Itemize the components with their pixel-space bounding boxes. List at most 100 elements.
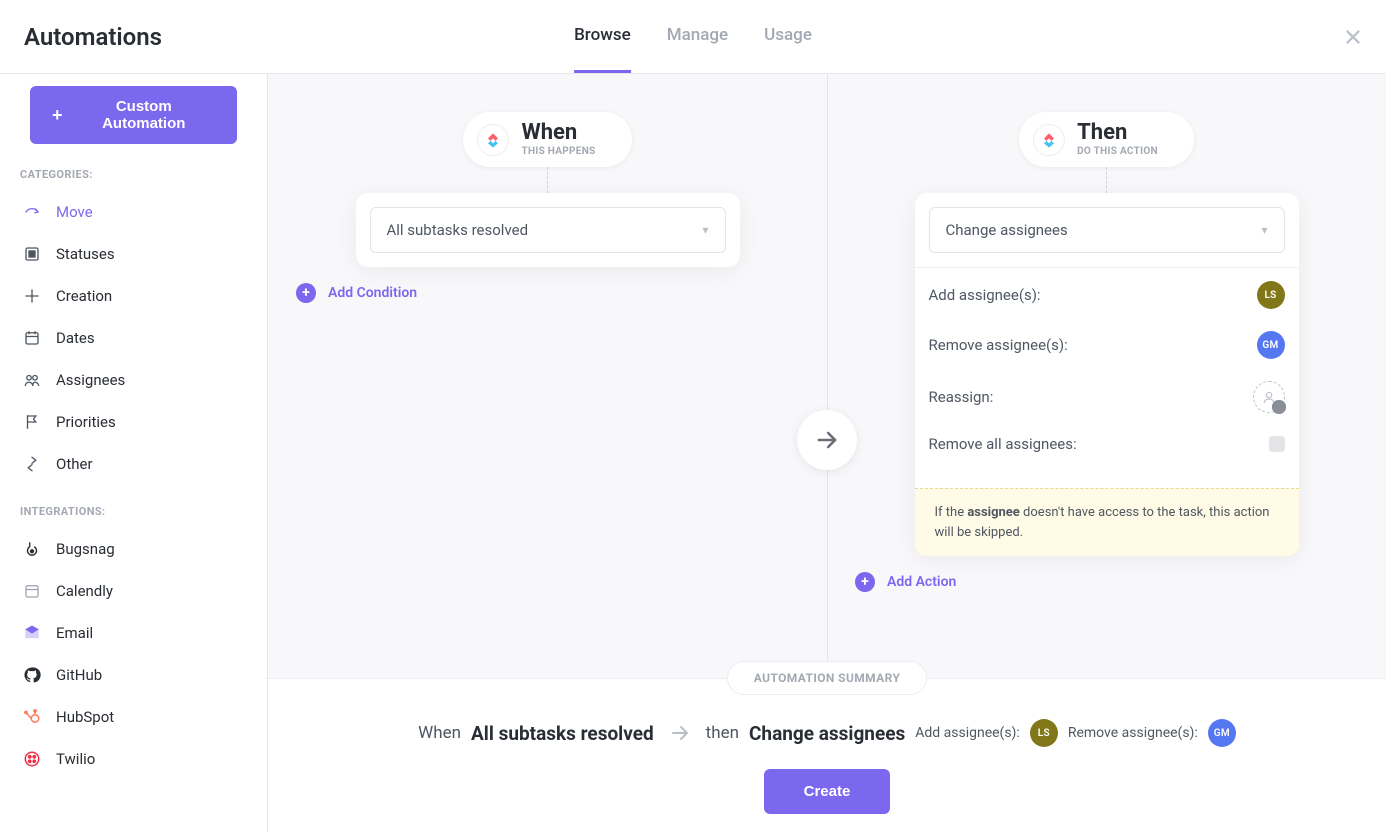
sidebar-item-twilio[interactable]: Twilio — [18, 738, 249, 780]
twilio-icon — [22, 749, 42, 769]
action-value: Change assignees — [946, 221, 1068, 239]
sidebar-item-label: Dates — [56, 329, 95, 347]
sidebar-item-statuses[interactable]: Statuses — [18, 233, 249, 275]
clickup-logo-icon — [477, 124, 509, 156]
sidebar-item-github[interactable]: GitHub — [18, 654, 249, 696]
connector-line — [547, 167, 548, 193]
when-header-pill: When THIS HAPPENS — [463, 112, 631, 167]
sidebar-item-assignees[interactable]: Assignees — [18, 359, 249, 401]
sidebar-item-label: Bugsnag — [56, 540, 115, 558]
sidebar-item-dates[interactable]: Dates — [18, 317, 249, 359]
summary-remove-label: Remove assignee(s): — [1068, 725, 1198, 741]
close-icon[interactable] — [1342, 26, 1364, 48]
when-title: When — [521, 122, 595, 144]
automation-canvas: When THIS HAPPENS All subtasks resolved … — [268, 74, 1386, 832]
sidebar-item-label: Priorities — [56, 413, 116, 431]
add-condition-button[interactable]: + Add Condition — [268, 283, 417, 303]
plus-icon: + — [296, 283, 316, 303]
custom-automation-button[interactable]: + Custom Automation — [30, 86, 237, 144]
trigger-select[interactable]: All subtasks resolved ▾ — [370, 207, 726, 253]
sidebar-item-label: Statuses — [56, 245, 115, 263]
then-title: Then — [1077, 122, 1158, 144]
flow-arrow-icon — [797, 410, 857, 470]
sidebar-item-bugsnag[interactable]: Bugsnag — [18, 528, 249, 570]
plus-icon: + — [855, 572, 875, 592]
sidebar-item-hubspot[interactable]: HubSpot — [18, 696, 249, 738]
sidebar-item-move[interactable]: Move — [18, 191, 249, 233]
sidebar-item-label: Twilio — [56, 750, 95, 768]
statuses-icon — [22, 244, 42, 264]
assignees-icon — [22, 370, 42, 390]
plus-icon: + — [52, 105, 63, 126]
trigger-value: All subtasks resolved — [387, 221, 529, 239]
custom-automation-label: Custom Automation — [73, 98, 215, 132]
summary-then-word: then — [706, 723, 739, 743]
sidebar-item-label: Move — [56, 203, 93, 221]
then-subtitle: DO THIS ACTION — [1077, 146, 1158, 157]
then-column: Then DO THIS ACTION Change assignees ▾ A… — [827, 74, 1386, 678]
tab-browse[interactable]: Browse — [574, 0, 631, 73]
action-body: Add assignee(s): LS Remove assignee(s): … — [915, 267, 1299, 478]
sidebar-item-label: HubSpot — [56, 708, 114, 726]
other-icon — [22, 454, 42, 474]
chevron-down-icon: ▾ — [1261, 223, 1267, 237]
move-icon — [22, 202, 42, 222]
creation-icon — [22, 286, 42, 306]
sidebar-item-label: Other — [56, 455, 93, 473]
sidebar-item-creation[interactable]: Creation — [18, 275, 249, 317]
sidebar-item-label: Creation — [56, 287, 112, 305]
when-column: When THIS HAPPENS All subtasks resolved … — [268, 74, 827, 678]
calendly-icon — [22, 581, 42, 601]
assignee-avatar-ls[interactable]: LS — [1257, 281, 1285, 309]
sidebar-item-email[interactable]: Email — [18, 612, 249, 654]
action-card: Change assignees ▾ Add assignee(s): LS R… — [915, 193, 1299, 556]
tab-manage[interactable]: Manage — [667, 0, 728, 73]
header-bar: Automations Browse Manage Usage — [0, 0, 1386, 74]
connector-line — [1106, 167, 1107, 193]
summary-panel: AUTOMATION SUMMARY When All subtasks res… — [268, 678, 1386, 832]
sidebar-item-label: GitHub — [56, 666, 102, 684]
integrations-heading: INTEGRATIONS: — [20, 505, 247, 518]
sidebar: + Custom Automation CATEGORIES: Move Sta… — [0, 74, 268, 832]
bugsnag-icon — [22, 539, 42, 559]
reassign-row: Reassign: + — [929, 370, 1285, 424]
add-condition-label: Add Condition — [328, 285, 417, 301]
summary-then-value: Change assignees — [749, 722, 905, 745]
page-title: Automations — [24, 23, 162, 51]
then-header-pill: Then DO THIS ACTION — [1019, 112, 1194, 167]
arrow-right-icon — [668, 721, 692, 745]
action-select[interactable]: Change assignees ▾ — [929, 207, 1285, 253]
header-tabs: Browse Manage Usage — [574, 0, 812, 73]
row-label: Remove assignee(s): — [929, 336, 1068, 354]
sidebar-item-label: Calendly — [56, 582, 113, 600]
trigger-card: All subtasks resolved ▾ — [356, 193, 740, 267]
row-label: Reassign: — [929, 388, 994, 406]
when-subtitle: THIS HAPPENS — [521, 146, 595, 157]
email-icon — [22, 623, 42, 643]
plus-badge-icon: + — [1272, 400, 1286, 414]
warning-notice: If the assignee doesn't have access to t… — [915, 488, 1299, 556]
priorities-icon — [22, 412, 42, 432]
clickup-logo-icon — [1033, 124, 1065, 156]
tab-usage[interactable]: Usage — [764, 0, 812, 73]
add-action-button[interactable]: + Add Action — [827, 572, 956, 592]
add-assignee-button[interactable]: + — [1253, 381, 1285, 413]
assignee-avatar-gm[interactable]: GM — [1257, 331, 1285, 359]
summary-avatar-ls: LS — [1030, 719, 1058, 747]
summary-when-word: When — [418, 723, 461, 743]
chevron-down-icon: ▾ — [702, 223, 708, 237]
summary-avatar-gm: GM — [1208, 719, 1236, 747]
builder-area: When THIS HAPPENS All subtasks resolved … — [268, 74, 1386, 678]
remove-all-checkbox[interactable] — [1269, 436, 1285, 452]
sidebar-item-priorities[interactable]: Priorities — [18, 401, 249, 443]
dates-icon — [22, 328, 42, 348]
create-button[interactable]: Create — [764, 769, 891, 814]
remove-assignees-row: Remove assignee(s): GM — [929, 320, 1285, 370]
summary-when-value: All subtasks resolved — [471, 722, 654, 745]
sidebar-item-other[interactable]: Other — [18, 443, 249, 485]
add-action-label: Add Action — [887, 574, 956, 590]
hubspot-icon — [22, 707, 42, 727]
sidebar-item-calendly[interactable]: Calendly — [18, 570, 249, 612]
summary-heading: AUTOMATION SUMMARY — [727, 661, 928, 695]
row-label: Remove all assignees: — [929, 435, 1077, 453]
